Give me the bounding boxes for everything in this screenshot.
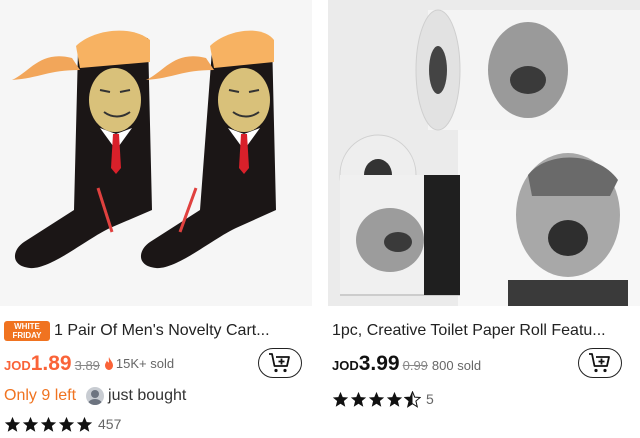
product-title[interactable]: 1 Pair Of Men's Novelty Cart... — [54, 322, 270, 340]
add-to-cart-button[interactable] — [578, 348, 622, 378]
cart-plus-icon — [589, 353, 610, 373]
title-row[interactable]: 1pc, Creative Toilet Paper Roll Featu... — [332, 320, 632, 342]
star-icon — [368, 391, 385, 407]
review-count: 5 — [426, 391, 434, 407]
star-rating — [4, 416, 94, 433]
half-star-icon — [404, 390, 421, 408]
novelty-socks-image — [0, 0, 312, 306]
avatar — [86, 387, 105, 405]
star-icon — [4, 416, 21, 432]
star-icon — [332, 391, 349, 407]
review-count: 457 — [98, 416, 122, 432]
add-to-cart-button[interactable] — [258, 348, 302, 378]
sold-count: 800 sold — [432, 358, 481, 373]
product-card[interactable]: WHITE FRIDAY 1 Pair Of Men's Novelty Car… — [0, 0, 312, 438]
star-icon — [386, 391, 403, 407]
sale-price: 1.89 — [30, 352, 72, 375]
stock-row: Only 9 left just bought — [4, 385, 186, 407]
sale-price: 3.99 — [358, 352, 400, 375]
badge-line2: FRIDAY — [12, 331, 42, 340]
white-friday-badge: WHITE FRIDAY — [4, 321, 50, 341]
product-card[interactable]: 1pc, Creative Toilet Paper Roll Featu...… — [328, 0, 640, 438]
title-row[interactable]: WHITE FRIDAY 1 Pair Of Men's Novelty Car… — [4, 320, 304, 342]
product-image[interactable] — [0, 0, 312, 306]
price-row: JOD 3.99 0.99 800 sold — [332, 352, 481, 376]
price-row: JOD 1.89 3.89 15K+ sold — [4, 352, 174, 376]
toilet-paper-image — [328, 0, 640, 306]
flame-icon — [104, 357, 113, 370]
star-icon — [22, 416, 39, 432]
star-icon — [350, 391, 367, 407]
product-image[interactable] — [328, 0, 640, 306]
sold-count: 15K+ sold — [104, 356, 174, 371]
star-icon — [76, 416, 93, 432]
rating-row: 457 — [4, 414, 121, 434]
currency: JOD — [4, 358, 31, 373]
cart-plus-icon — [269, 353, 290, 373]
low-stock-text: Only 9 left — [4, 387, 77, 404]
star-rating — [332, 390, 422, 408]
badge-line1: WHITE — [14, 322, 40, 331]
star-icon — [40, 416, 57, 432]
original-price: 0.99 — [402, 358, 428, 373]
original-price: 3.89 — [74, 358, 100, 373]
star-icon — [58, 416, 75, 432]
rating-row: 5 — [332, 389, 434, 409]
product-title[interactable]: 1pc, Creative Toilet Paper Roll Featu... — [332, 322, 606, 340]
sold-text: 800 sold — [431, 358, 482, 373]
currency: JOD — [332, 358, 359, 373]
sold-text: 15K+ sold — [115, 356, 175, 371]
just-bought-text: just bought — [108, 387, 187, 404]
